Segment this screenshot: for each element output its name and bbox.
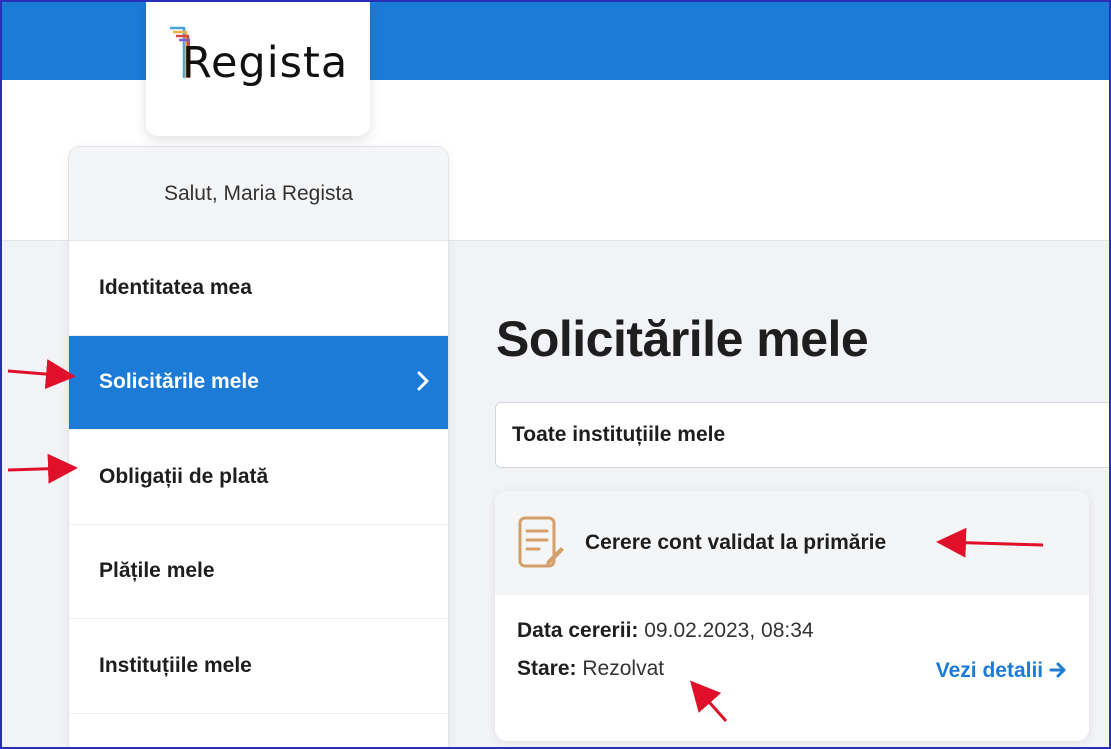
- request-card-body: Data cererii: 09.02.2023, 08:34 Stare: R…: [495, 595, 1089, 719]
- sidebar-item-institutiile-mele[interactable]: Instituțiile mele: [69, 619, 448, 714]
- sidebar-item-platile-mele[interactable]: Plățile mele: [69, 525, 448, 619]
- sidebar-item-label: Solicitările mele: [99, 370, 259, 394]
- greeting: Salut, Maria Regista: [69, 147, 448, 241]
- logo-text: Regista: [182, 38, 349, 88]
- sidebar: Salut, Maria Regista Identitatea mea Sol…: [68, 146, 449, 749]
- request-title: Cerere cont validat la primărie: [585, 531, 887, 554]
- red-arrow-icon: [7, 359, 76, 390]
- view-details-link[interactable]: Vezi detalii: [936, 659, 1067, 683]
- view-details-label: Vezi detalii: [935, 659, 1044, 682]
- institution-filter-select[interactable]: Toate instituțiile mele: [495, 402, 1111, 468]
- request-status-value: Rezolvat: [582, 657, 665, 680]
- sidebar-item-solicitarile-mele[interactable]: Solicitările mele: [69, 335, 448, 430]
- sidebar-item-obligatii-de-plata[interactable]: Obligații de plată: [69, 430, 448, 525]
- red-arrow-icon: [7, 453, 78, 484]
- request-card-header: Cerere cont validat la primărie: [495, 491, 1089, 595]
- sidebar-item-label: Obligații de plată: [99, 464, 269, 488]
- sidebar-item-label: Identitatea mea: [99, 275, 252, 299]
- institution-filter-value: Toate instituțiile mele: [512, 423, 726, 446]
- request-date-label: Data cererii:: [517, 619, 639, 642]
- request-date-row: Data cererii: 09.02.2023, 08:34: [517, 619, 1067, 643]
- chevron-right-icon: [416, 369, 430, 395]
- logo[interactable]: Regista: [146, 0, 370, 136]
- sidebar-item-label: Plățile mele: [99, 559, 215, 583]
- page-title: Solicitările mele: [496, 311, 869, 367]
- sidebar-item-identitatea-mea[interactable]: Identitatea mea: [69, 241, 448, 336]
- sidebar-item-label: Instituțiile mele: [99, 653, 252, 677]
- request-card: Cerere cont validat la primărie Data cer…: [495, 491, 1089, 741]
- request-status-label: Stare:: [517, 657, 577, 680]
- document-edit-icon: [518, 516, 564, 568]
- request-date-value: 09.02.2023, 08:34: [644, 619, 814, 642]
- arrow-right-icon: [1049, 662, 1066, 678]
